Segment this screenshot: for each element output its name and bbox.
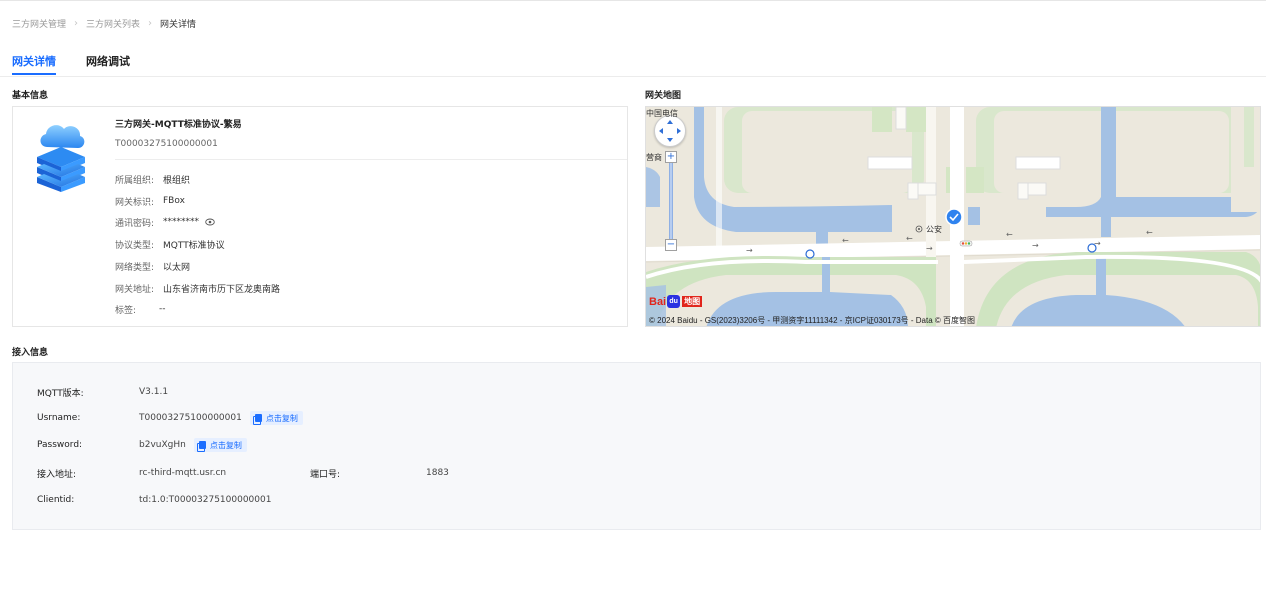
map-label-police: 公安	[926, 225, 942, 234]
svg-text:→: →	[926, 244, 933, 253]
copy-label: 点击复制	[265, 413, 298, 423]
copy-icon	[196, 441, 206, 452]
copy-label: 点击复制	[209, 440, 242, 450]
access-info-card: MQTT版本: V3.1.1 Usrname: T000032751000000…	[12, 362, 1261, 530]
gateway-sn: T00003275100000001	[115, 139, 218, 149]
field-value: MQTT标准协议	[163, 240, 225, 251]
basic-info-card: 三方网关-MQTT标准协议-繁易 T00003275100000001 所属组织…	[12, 106, 628, 327]
row-address: 接入地址: rc-third-mqtt.usr.cn	[37, 466, 226, 480]
field-value: 根组织	[163, 175, 191, 186]
username-value: T00003275100000001	[139, 413, 242, 423]
svg-text:→: →	[746, 246, 753, 255]
copy-password-button[interactable]: 点击复制	[193, 438, 247, 452]
tabs-divider	[0, 76, 1266, 77]
row-label: Password:	[37, 440, 83, 450]
top-divider	[0, 0, 1266, 1]
svg-text:→: →	[1032, 241, 1039, 250]
logo-ditu: 地图	[682, 296, 703, 307]
chevron-right-icon: ›	[74, 17, 79, 29]
field-value: FBox	[163, 196, 185, 206]
cloud-gateway-icon	[37, 125, 85, 192]
zoom-in-button[interactable]: +	[665, 151, 677, 163]
basic-info-title: 基本信息	[12, 91, 49, 101]
field-organization: 所属组织: 根组织	[115, 173, 191, 186]
field-value: 山东省济南市历下区龙奥南路	[163, 284, 281, 295]
field-value: ********	[163, 217, 215, 227]
field-label: 网关标识:	[115, 197, 155, 208]
row-value: 1883	[426, 468, 449, 478]
row-value: V3.1.1	[139, 387, 169, 397]
zoom-slider[interactable]	[669, 163, 673, 239]
svg-text:←: ←	[1006, 230, 1013, 239]
field-label: 协议类型:	[115, 240, 155, 251]
row-value: b2vuXgHn 点击复制	[139, 438, 247, 452]
card-divider	[115, 159, 627, 160]
row-port: 端口号: 1883	[310, 466, 449, 480]
row-value: T00003275100000001 点击复制	[139, 411, 303, 425]
svg-text:←: ←	[1146, 228, 1153, 237]
field-label: 标签:	[115, 305, 137, 316]
row-label: 接入地址:	[37, 469, 77, 480]
svg-text:←: ←	[906, 234, 913, 243]
breadcrumb-item-gateway-list[interactable]: 三方网关列表	[86, 17, 140, 30]
field-label: 网关地址:	[115, 284, 155, 295]
gateway-map[interactable]: ← ← ← ← → → → → + − 中国电信 营商 公安 Bai du 地图…	[645, 106, 1261, 327]
map-label-business: 营商	[646, 153, 662, 162]
eye-icon[interactable]	[205, 218, 215, 226]
map-label-telecom: 中国电信	[646, 109, 678, 118]
password-value: b2vuXgHn	[139, 440, 186, 450]
field-password: 通讯密码: ********	[115, 216, 215, 229]
zoom-out-button[interactable]: −	[665, 239, 677, 251]
row-value: rc-third-mqtt.usr.cn	[139, 468, 227, 478]
row-password: Password: b2vuXgHn 点击复制	[37, 438, 247, 452]
row-username: Usrname: T00003275100000001 点击复制	[37, 411, 303, 425]
breadcrumb: 三方网关管理 › 三方网关列表 › 网关详情	[12, 17, 197, 30]
tab-bar: 网关详情 网络调试	[12, 53, 160, 75]
password-masked: ********	[163, 217, 199, 227]
gateway-name: 三方网关-MQTT标准协议-繁易	[115, 120, 242, 130]
row-clientid: Clientid: td:1.0:T00003275100000001	[37, 493, 271, 507]
breadcrumb-item-gateway-management[interactable]: 三方网关管理	[12, 17, 66, 30]
tab-gateway-details[interactable]: 网关详情	[12, 53, 56, 75]
field-label: 所属组织:	[115, 175, 155, 186]
row-label: MQTT版本:	[37, 388, 84, 399]
row-label: Clientid:	[37, 495, 75, 505]
svg-text:←: ←	[842, 236, 849, 245]
tab-network-debug[interactable]: 网络调试	[86, 53, 130, 73]
row-value: td:1.0:T00003275100000001	[139, 495, 272, 505]
copy-icon	[252, 414, 262, 425]
copy-username-button[interactable]: 点击复制	[249, 411, 303, 425]
map-zoom-control: + −	[665, 151, 677, 251]
field-value: 以太网	[163, 262, 191, 273]
field-gateway-id: 网关标识: FBox	[115, 195, 185, 208]
field-protocol: 协议类型: MQTT标准协议	[115, 238, 225, 251]
row-label: Usrname:	[37, 413, 81, 423]
baidu-paw-icon: du	[667, 295, 681, 308]
field-value: --	[159, 304, 166, 314]
access-info-title: 接入信息	[12, 348, 49, 358]
field-address: 网关地址: 山东省济南市历下区龙奥南路	[115, 282, 281, 295]
field-label: 网络类型:	[115, 262, 155, 273]
field-tags: 标签: --	[115, 303, 166, 316]
field-network-type: 网络类型: 以太网	[115, 260, 191, 273]
map-canvas[interactable]: ← ← ← ← → → → →	[646, 107, 1261, 327]
baidu-map-logo: Bai du 地图	[649, 295, 703, 308]
row-label: 端口号:	[310, 469, 341, 480]
field-label: 通讯密码:	[115, 218, 155, 229]
map-copyright: © 2024 Baidu - GS(2023)3206号 - 甲测资字11111…	[649, 316, 976, 325]
logo-text: Bai	[649, 295, 667, 308]
pan-arrows-icon	[659, 120, 681, 142]
chevron-right-icon: ›	[148, 17, 153, 29]
map-pan-control[interactable]	[654, 115, 686, 147]
gateway-map-title: 网关地图	[645, 91, 682, 101]
breadcrumb-item-current: 网关详情	[160, 19, 197, 30]
row-mqtt-version: MQTT版本: V3.1.1	[37, 385, 168, 399]
